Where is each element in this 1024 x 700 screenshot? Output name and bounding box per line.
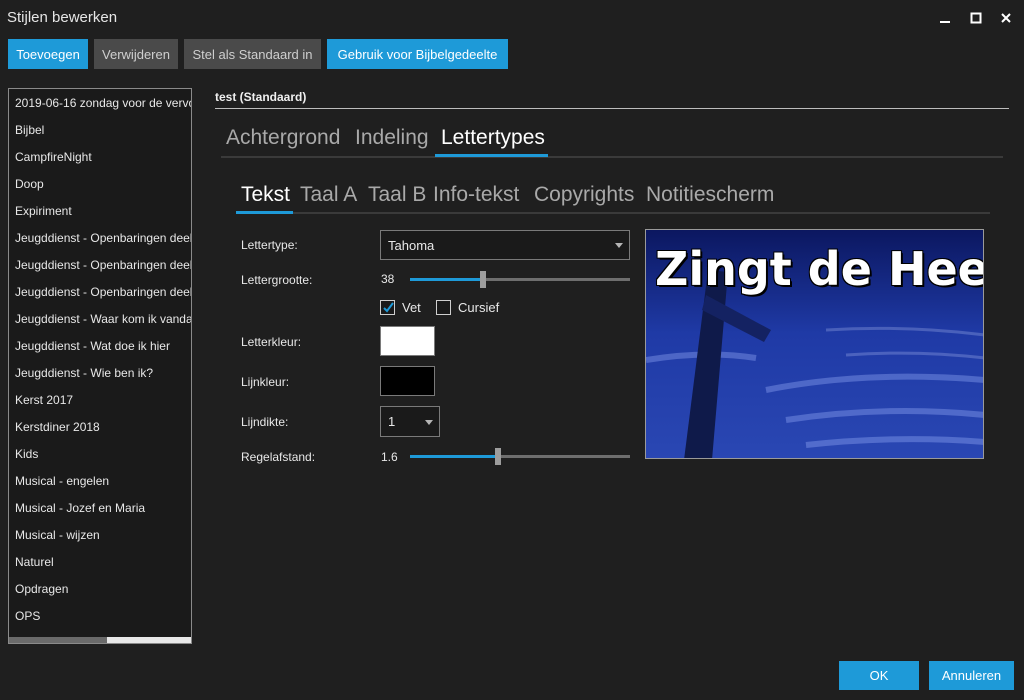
font-size-value: 38: [381, 272, 395, 286]
line-spacing-value: 1.6: [381, 450, 398, 464]
line-spacing-label: Regelafstand:: [241, 450, 316, 464]
list-item[interactable]: Musical - engelen: [15, 474, 109, 488]
list-item[interactable]: Bijbel: [15, 123, 44, 137]
font-size-slider[interactable]: [410, 271, 630, 288]
list-item[interactable]: Jeugddienst - Waar kom ik vandaan: [15, 312, 191, 326]
close-icon: [1001, 13, 1011, 23]
set-default-button[interactable]: Stel als Standaard in: [184, 39, 321, 69]
subtab-copyrights[interactable]: Copyrights: [534, 183, 634, 207]
subtab-info-tekst[interactable]: Info-tekst: [433, 183, 519, 207]
style-preview: Zingt de Heer: [645, 229, 984, 459]
list-item[interactable]: Naturel: [15, 555, 54, 569]
list-item[interactable]: Kerstdiner 2018: [15, 420, 100, 434]
slider-thumb[interactable]: [480, 271, 486, 288]
font-label: Lettertype:: [241, 238, 298, 252]
list-item[interactable]: Musical - wijzen: [15, 528, 100, 542]
line-width-value: 1: [388, 414, 396, 429]
list-item[interactable]: Kids: [15, 447, 38, 461]
list-item[interactable]: OPS: [15, 609, 40, 623]
list-item[interactable]: Doop: [15, 177, 44, 191]
active-tab-indicator: [435, 154, 548, 157]
bold-label: Vet: [402, 300, 421, 315]
chevron-down-icon: [425, 419, 433, 425]
cancel-button[interactable]: Annuleren: [929, 661, 1014, 690]
list-item[interactable]: Jeugddienst - Openbaringen deel 1: [15, 231, 191, 245]
font-size-label: Lettergrootte:: [241, 273, 313, 287]
checkmark-icon: [383, 302, 394, 313]
title-bar: Stijlen bewerken: [0, 0, 1024, 34]
add-style-button[interactable]: Toevoegen: [8, 39, 88, 69]
bold-checkbox[interactable]: [380, 300, 395, 315]
tab-achtergrond[interactable]: Achtergrond: [226, 126, 340, 150]
list-item[interactable]: 2019-06-16 zondag voor de vervolgde kerk: [15, 96, 191, 110]
minimize-icon: [940, 21, 950, 23]
line-width-label: Lijndikte:: [241, 415, 289, 429]
list-item[interactable]: Opdragen: [15, 582, 68, 596]
tab-bar-divider: [221, 156, 1003, 158]
font-color-label: Letterkleur:: [241, 335, 302, 349]
active-subtab-indicator: [236, 211, 293, 214]
subtab-taal-b[interactable]: Taal B: [368, 183, 426, 207]
list-item[interactable]: Kerst 2017: [15, 393, 73, 407]
line-width-select[interactable]: 1: [380, 406, 440, 437]
scrollbar-thumb[interactable]: [9, 637, 107, 643]
list-item[interactable]: Jeugddienst - Wat doe ik hier: [15, 339, 170, 353]
tab-lettertypes[interactable]: Lettertypes: [441, 126, 545, 150]
window-title: Stijlen bewerken: [7, 9, 118, 26]
line-color-swatch[interactable]: [380, 366, 435, 396]
tab-indeling[interactable]: Indeling: [355, 126, 429, 150]
list-item[interactable]: CampfireNight: [15, 150, 92, 164]
minimize-button[interactable]: [935, 8, 955, 28]
maximize-button[interactable]: [966, 8, 986, 28]
subtab-bar-divider: [236, 212, 990, 214]
slider-thumb[interactable]: [495, 448, 501, 465]
list-item[interactable]: Jeugddienst - Openbaringen deel 3: [15, 285, 191, 299]
divider: [215, 108, 1009, 109]
use-for-bible-button[interactable]: Gebruik voor Bijbelgedeelte: [327, 39, 508, 69]
style-list[interactable]: 2019-06-16 zondag voor de vervolgde kerk…: [8, 88, 192, 644]
line-color-label: Lijnkleur:: [241, 375, 290, 389]
italic-label: Cursief: [458, 300, 500, 315]
subtab-taal-a[interactable]: Taal A: [300, 183, 357, 207]
font-select[interactable]: Tahoma: [380, 230, 630, 260]
subtab-tekst[interactable]: Tekst: [241, 183, 290, 207]
style-name-heading: test (Standaard): [215, 90, 307, 104]
line-spacing-slider[interactable]: [410, 448, 630, 465]
list-item[interactable]: Expiriment: [15, 204, 72, 218]
remove-style-button[interactable]: Verwijderen: [94, 39, 178, 69]
chevron-down-icon: [615, 243, 623, 248]
maximize-icon: [970, 12, 982, 24]
close-button[interactable]: [996, 8, 1016, 28]
list-item[interactable]: Musical - Jozef en Maria: [15, 501, 145, 515]
preview-text: Zingt de Heer: [655, 242, 984, 296]
italic-checkbox[interactable]: [436, 300, 451, 315]
slider-fill: [410, 278, 483, 281]
font-select-value: Tahoma: [388, 237, 435, 253]
slider-fill: [410, 455, 498, 458]
ok-button[interactable]: OK: [839, 661, 919, 690]
font-color-swatch[interactable]: [380, 326, 435, 356]
list-item[interactable]: Jeugddienst - Openbaringen deel 2: [15, 258, 191, 272]
horizontal-scrollbar[interactable]: [9, 637, 191, 643]
subtab-notitiescherm[interactable]: Notitiescherm: [646, 183, 774, 207]
list-item[interactable]: Jeugddienst - Wie ben ik?: [15, 366, 153, 380]
